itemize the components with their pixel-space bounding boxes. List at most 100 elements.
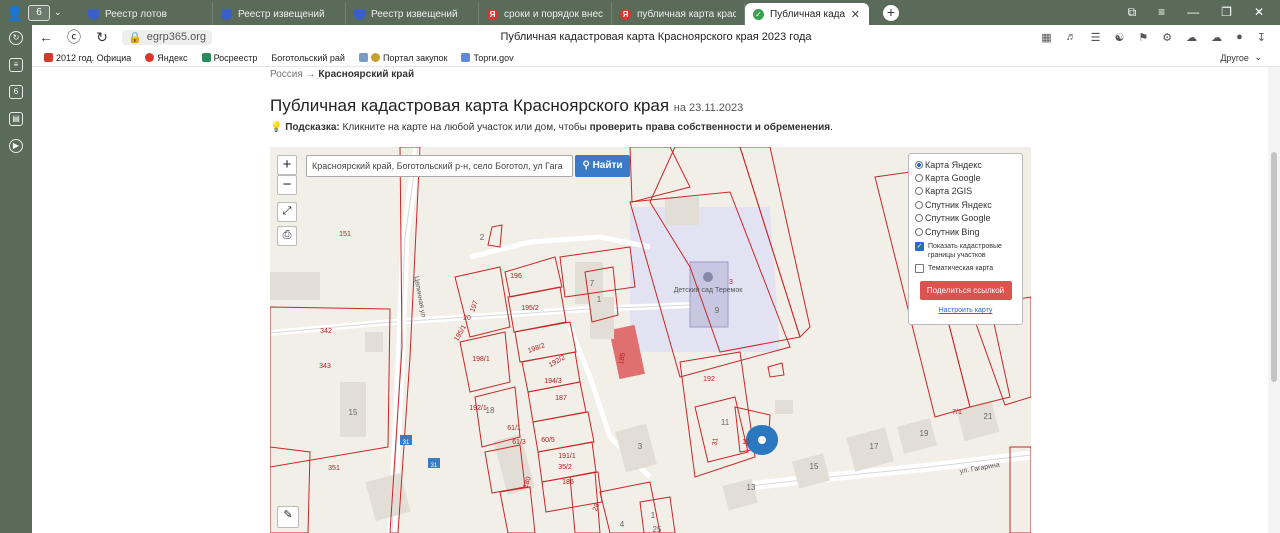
layer-label: Карта Яндекс [925,159,982,170]
cloud-icon[interactable]: ☁ [1186,31,1197,44]
route-badge: 31 [403,440,410,446]
tabs-panel-icon[interactable]: 6 [9,85,23,99]
chevron-down-icon[interactable]: ⌄ [54,7,62,18]
parcel-label: 61/1 [507,425,521,432]
house-number: 21 [984,412,993,421]
parcel-label: 343 [319,363,331,370]
extensions-icon[interactable]: ▦ [1041,31,1051,44]
layer-option[interactable]: Спутник Google [915,212,1016,225]
hint: 💡 Подсказка: Кликните на карте на любой … [270,122,833,133]
browser-tab[interactable]: Реестр лотов [80,3,213,25]
browser-tab[interactable]: Ясроки и порядок внесения [479,3,612,25]
layer-label: Спутник Яндекс [925,199,992,210]
zoom-in-button[interactable]: + [277,155,297,175]
page-title-date: на 23.11.2023 [673,102,744,114]
history-icon[interactable]: ↻ [9,31,23,45]
cadastral-map[interactable]: 151 342 343 351 196 197 195/2 195/1 20 198/1 198/2… [270,147,1031,533]
browser-tab[interactable]: ✓ Публичная кадастрова ✕ [745,3,869,25]
layer-radio[interactable] [915,160,923,169]
bookmark-item[interactable]: Торги.gov [461,53,514,63]
thematic-checkbox[interactable] [915,264,924,274]
url-field[interactable]: 🔒 egrp365.org [122,29,213,45]
tab-label: публичная карта красноярс [637,8,736,20]
layer-option[interactable]: Спутник Яндекс [915,198,1016,211]
layer-option[interactable]: Карта Яндекс [915,158,1016,171]
shield-icon [221,8,232,20]
reload-icon[interactable]: ↻ [88,29,116,46]
browser-tab[interactable]: Реестр извещений [213,3,346,25]
translate-icon[interactable]: ☯ [1115,31,1125,44]
bookmark-item[interactable]: 2012 год. Официа [44,53,131,63]
layer-radio[interactable] [915,227,923,236]
share-link-button[interactable]: Поделиться ссылкой [919,281,1012,301]
bookmark-item[interactable]: Боготольский рай [271,53,345,63]
bookmark-item[interactable]: Яндекс [145,53,188,63]
ruler-icon[interactable]: ✎ [277,506,299,528]
minimize-icon[interactable]: — [1187,5,1199,20]
layers-panel: Карта Яндекс Карта Google Карта 2GIS Спутни… [908,153,1023,325]
yandex-icon[interactable]: ⓒ [60,27,88,47]
bookmark-item[interactable]: Росреестр [201,53,257,63]
layer-option[interactable]: Карта 2GIS [915,185,1016,198]
zoom-out-button[interactable]: − [277,175,297,195]
page-scrollbar[interactable] [1268,67,1280,533]
reader-icon[interactable]: ☰ [1091,31,1101,44]
headphones-icon[interactable]: ♬ [1066,31,1077,44]
play-icon[interactable]: ▶ [9,139,23,153]
fullscreen-icon[interactable]: ⤢ [277,202,297,222]
parcel-label: 3 [729,279,733,286]
show-borders-checkbox[interactable]: ✓ [915,242,924,252]
close-window-icon[interactable]: ✕ [1254,5,1264,20]
show-borders-option[interactable]: ✓ Показать кадастровые границы участков [915,242,1016,260]
scrollbar-thumb[interactable] [1271,152,1277,382]
tab-count-badge[interactable]: 6 [28,4,50,21]
share-icon[interactable]: ☁ [1211,31,1222,44]
hint-end: . [830,122,833,133]
layer-radio[interactable] [915,200,923,209]
bookmarks-other[interactable]: Другое ⌄ [1220,52,1280,63]
bookmark-icon[interactable]: ⚑ [1138,31,1148,44]
shield-icon [88,8,99,20]
breadcrumb: Россия → Красноярский край [270,69,414,80]
parcel-label: 192/1 [469,405,487,412]
layer-option[interactable]: Карта Google [915,171,1016,184]
hint-bold: проверить права собственности и обремене… [589,122,831,133]
torgi-icon [461,53,471,62]
find-button[interactable]: ⚲ Найти [575,155,630,177]
tab-label: Реестр извещений [238,8,325,20]
house-number: 11 [721,418,730,427]
profile-icon[interactable]: 👤 [6,4,24,22]
page-content: Россия → Красноярский край Публичная кад… [32,67,1268,533]
parcel-label: 10 [742,439,750,446]
thematic-option[interactable]: Тематическая карта [915,264,1016,274]
back-icon[interactable]: ← [32,29,60,45]
parcel-label: 31 [711,437,719,446]
restore-icon[interactable]: ❐ [1221,5,1232,20]
browser-tab[interactable]: Япубличная карта красноярс [612,3,745,25]
browser-tab[interactable]: Реестр извещений [346,3,479,25]
tab-strip: Реестр лотов Реестр извещений Реестр извещ… [80,0,869,25]
page-title: Публичная кадастровая карта Красноярског… [270,96,743,116]
layer-radio[interactable] [915,214,923,223]
bookmark-item[interactable]: Портал закупок [358,53,447,63]
hint-text: Кликните на карте на любой участок или д… [339,122,590,133]
parcel-label: 191/1 [558,453,576,460]
collections-icon[interactable]: ⧉ [1128,5,1137,20]
address-search-input[interactable] [306,155,573,177]
layer-option[interactable]: Спутник Bing [915,225,1016,238]
layer-radio[interactable] [915,187,923,196]
parcel-label: 194/3 [544,378,562,385]
gallery-icon[interactable]: ▤ [9,112,23,126]
menu-icon[interactable]: ≡ [1158,5,1165,20]
configure-map-link[interactable]: Настроить карту [915,307,1016,314]
breadcrumb-root[interactable]: Россия [270,69,303,80]
notes-icon[interactable]: ≡ [9,58,23,72]
close-tab-icon[interactable]: ✕ [851,8,860,21]
download-icon[interactable]: ↧ [1257,31,1266,44]
account-icon[interactable]: ● [1236,31,1243,44]
layer-radio[interactable] [915,174,923,183]
new-tab-button[interactable]: + [883,4,899,21]
print-icon[interactable]: ⎙ [277,226,297,246]
layer-label: Карта Google [925,173,981,184]
extension-puzzle-icon[interactable]: ⚙ [1162,31,1172,44]
